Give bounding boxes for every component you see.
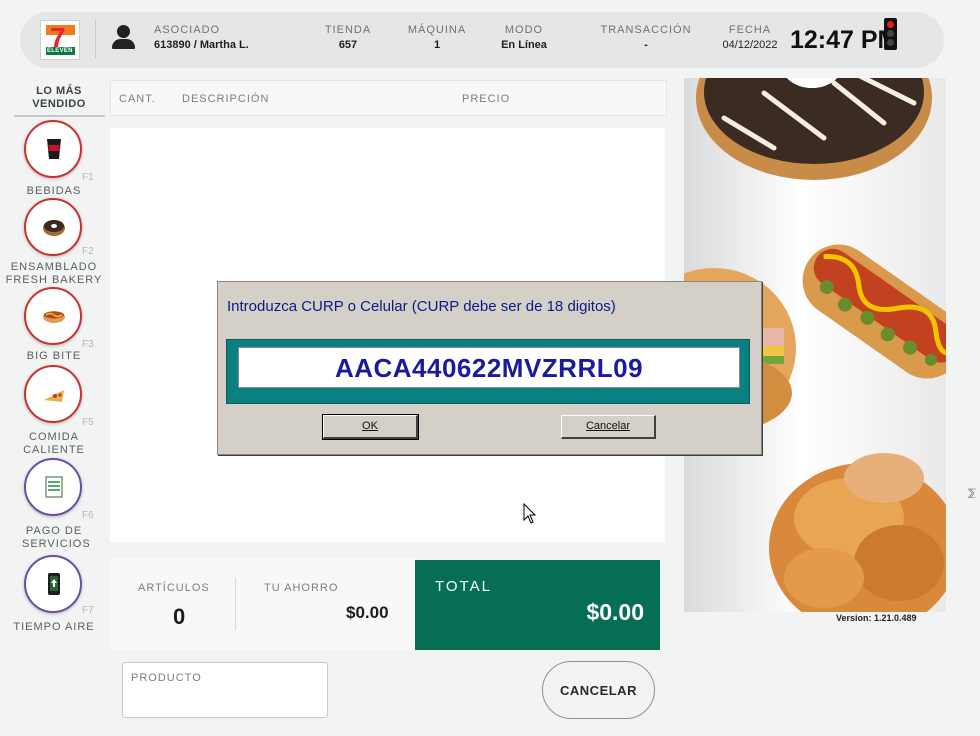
item-list-header: CANT. DESCRIPCIÓN PRECIO (110, 80, 667, 116)
cup-icon (47, 139, 61, 159)
product-input[interactable]: PRODUCTO (122, 662, 328, 718)
machine-value: 1 (433, 39, 441, 51)
sidebar-divider (14, 115, 105, 117)
cancel-transaction-button[interactable]: CANCELAR (542, 661, 655, 719)
associate-label: ASOCIADO (154, 24, 221, 36)
user-icon (110, 22, 138, 52)
mode-field: MODO En Línea (490, 24, 558, 51)
curp-input-frame: AACA440622MVZRRL09 (226, 339, 750, 404)
fkey-label: F1 (82, 172, 94, 183)
total-value: $0.00 (586, 599, 644, 625)
store-value: 657 (338, 39, 358, 51)
fkey-label: F6 (82, 510, 94, 521)
seven-eleven-logo: 7 ELEVEN (40, 20, 80, 60)
column-description: DESCRIPCIÓN (182, 93, 270, 105)
savings-label: TU AHORRO (264, 582, 339, 594)
machine-field: MÁQUINA 1 (402, 24, 472, 51)
category-label: PAGO DE SERVICIOS (22, 525, 91, 550)
best-sellers-title: LO MÁS VENDIDO (32, 85, 86, 110)
donut-icon (43, 220, 65, 236)
date-label: FECHA (728, 24, 772, 36)
curp-dialog: Introduzca CURP o Celular (CURP debe ser… (217, 281, 762, 455)
category-label: ENSAMBLADO FRESH BAKERY (5, 261, 103, 286)
category-label: BEBIDAS (26, 185, 82, 197)
category-tiempo-aire-button[interactable] (24, 555, 82, 613)
category-pago-servicios-button[interactable] (24, 458, 82, 516)
column-price: PRECIO (462, 93, 511, 105)
fkey-label: F3 (82, 339, 94, 350)
category-label: BIG BITE (26, 350, 82, 362)
receipt-icon (45, 476, 63, 498)
mode-value: En Línea (501, 39, 547, 51)
fkey-label: F7 (82, 605, 94, 616)
store-label: TIENDA (324, 24, 372, 36)
totals-divider (235, 578, 236, 630)
pizza-icon (44, 390, 64, 402)
total-panel: TOTAL $0.00 (415, 560, 660, 650)
category-label: COMIDA CALIENTE (23, 431, 85, 456)
transaction-label: TRANSACCIÓN (600, 24, 692, 36)
fkey-label: F5 (82, 417, 94, 428)
traffic-light-icon (884, 18, 897, 50)
clock: 12:47 PM (790, 26, 899, 54)
savings-value: $0.00 (346, 603, 389, 622)
dialog-prompt: Introduzca CURP o Celular (CURP debe ser… (227, 298, 616, 315)
associate-value: 613890 / Martha L. (154, 39, 249, 51)
mode-label: MODO (504, 24, 544, 36)
ok-button[interactable]: OK (322, 414, 419, 440)
transaction-value: - (644, 39, 648, 51)
category-bebidas-button[interactable] (24, 120, 82, 178)
category-fresh-bakery-button[interactable] (24, 198, 82, 256)
pos-screen: 7 ELEVEN ASOCIADO 613890 / Martha L. TIE… (0, 0, 980, 736)
dialog-cancel-button[interactable]: Cancelar (561, 415, 656, 439)
store-field: TIENDA 657 (318, 24, 378, 51)
machine-label: MÁQUINA (407, 24, 467, 36)
date-value: 04/12/2022 (722, 39, 778, 51)
product-label: PRODUCTO (131, 672, 202, 684)
phone-icon (48, 573, 60, 595)
mouse-cursor-icon (523, 503, 537, 524)
date-field: FECHA 04/12/2022 (718, 24, 782, 51)
total-label: TOTAL (435, 578, 492, 595)
totals-panel: ARTÍCULOS 0 TU AHORRO $0.00 (110, 558, 415, 650)
header-divider (95, 20, 96, 58)
fkey-label: F2 (82, 246, 94, 257)
version-label: Version: 1.21.0.489 (836, 613, 917, 623)
column-qty: CANT. (119, 93, 156, 105)
category-big-bite-button[interactable] (24, 287, 82, 345)
items-count: 0 (173, 604, 186, 629)
category-label: TIEMPO AIRE (13, 621, 95, 633)
transaction-field: TRANSACCIÓN - (596, 24, 696, 51)
ok-button-label: OK (362, 420, 378, 432)
category-comida-caliente-button[interactable] (24, 365, 82, 423)
hotdog-icon (43, 311, 65, 323)
dialog-cancel-label: Cancelar (585, 420, 631, 432)
items-label: ARTÍCULOS (138, 582, 210, 594)
edge-glyph: ⅀ (968, 488, 977, 499)
curp-input[interactable]: AACA440622MVZRRL09 (238, 347, 740, 388)
associate-field: ASOCIADO 613890 / Martha L. (154, 24, 249, 51)
